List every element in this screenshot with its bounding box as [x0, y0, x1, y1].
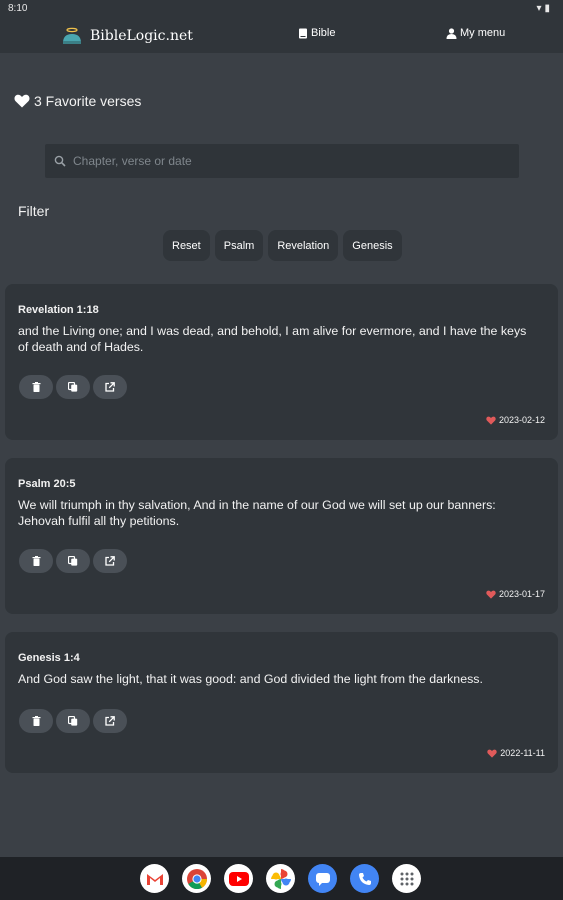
phone-icon[interactable]: [350, 864, 379, 893]
verse-text: and the Living one; and I was dead, and …: [18, 324, 527, 354]
copy-button[interactable]: [56, 709, 90, 733]
copy-button[interactable]: [56, 375, 90, 399]
favorites-count: 3 Favorite verses: [34, 93, 142, 109]
status-time: 8:10: [8, 3, 28, 14]
user-icon: [446, 27, 457, 39]
logo-icon: [63, 27, 81, 44]
verse-reference: Revelation 1:18: [18, 304, 99, 316]
favorited-date: 2023-01-17: [486, 589, 545, 599]
status-bar: 8:10 ▾▮: [0, 0, 563, 18]
trash-icon: [32, 382, 40, 392]
delete-button[interactable]: [19, 549, 53, 573]
date-text: 2023-02-12: [498, 415, 545, 425]
brand-name: BibleLogic.net: [90, 28, 193, 44]
status-icons: ▾▮: [536, 3, 553, 14]
heart-icon: [14, 94, 30, 108]
copy-icon: [68, 556, 78, 566]
filter-label: Filter: [18, 203, 50, 219]
battery-icon: ▮: [544, 3, 553, 14]
verse-card: Genesis 1:4 And God saw the light, that …: [5, 632, 558, 773]
chrome-icon[interactable]: [182, 864, 211, 893]
verse-card: Revelation 1:18 and the Living one; and …: [5, 284, 558, 440]
verse-reference: Genesis 1:4: [18, 652, 80, 664]
filter-chip-reset[interactable]: Reset: [163, 230, 210, 261]
delete-button[interactable]: [19, 375, 53, 399]
filter-chip-psalm[interactable]: Psalm: [214, 230, 264, 261]
app-drawer-icon[interactable]: [392, 864, 421, 893]
verse-actions: [19, 549, 127, 573]
copy-button[interactable]: [56, 549, 90, 573]
verse-text: And God saw the light, that it was good:…: [18, 672, 483, 686]
search-input[interactable]: [71, 153, 495, 169]
nav-my-menu-link[interactable]: My menu: [446, 27, 505, 39]
share-button[interactable]: [93, 709, 127, 733]
favorited-date: 2022-11-11: [487, 748, 545, 758]
share-button[interactable]: [93, 375, 127, 399]
trash-icon: [32, 556, 40, 566]
verse-actions: [19, 375, 127, 399]
nav-my-menu-label: My menu: [460, 27, 506, 39]
external-link-icon: [105, 716, 115, 726]
top-navigation: BibleLogic.net Bible My menu: [0, 18, 563, 53]
brand-link[interactable]: BibleLogic.net: [60, 24, 193, 48]
favorites-header: 3 Favorite verses: [14, 93, 141, 109]
app-dock: [0, 857, 563, 900]
trash-icon: [32, 716, 40, 726]
filter-chip-genesis[interactable]: Genesis: [343, 230, 402, 261]
copy-icon: [68, 716, 78, 726]
search-icon: [54, 155, 66, 167]
delete-button[interactable]: [19, 709, 53, 733]
heart-icon: [486, 590, 496, 599]
favorited-date: 2023-02-12: [486, 415, 545, 425]
verse-text: We will triumph in thy salvation, And in…: [18, 498, 496, 528]
date-text: 2023-01-17: [498, 589, 545, 599]
messages-icon[interactable]: [308, 864, 337, 893]
heart-icon: [487, 749, 497, 758]
date-text: 2022-11-11: [500, 748, 545, 758]
book-icon: [299, 28, 307, 38]
gmail-icon[interactable]: [140, 864, 169, 893]
youtube-icon[interactable]: [224, 864, 253, 893]
photos-icon[interactable]: [266, 864, 295, 893]
heart-icon: [486, 416, 496, 425]
search-bar[interactable]: [45, 144, 519, 178]
verse-reference: Psalm 20:5: [18, 478, 76, 490]
verse-actions: [19, 709, 127, 733]
dock-apps: [140, 864, 421, 893]
verse-card: Psalm 20:5 We will triumph in thy salvat…: [5, 458, 558, 614]
external-link-icon: [105, 382, 115, 392]
external-link-icon: [105, 556, 115, 566]
filter-chips: Reset Psalm Revelation Genesis: [163, 230, 402, 261]
copy-icon: [68, 382, 78, 392]
nav-bible-link[interactable]: Bible: [298, 27, 335, 39]
filter-chip-revelation[interactable]: Revelation: [268, 230, 339, 261]
share-button[interactable]: [93, 549, 127, 573]
nav-bible-label: Bible: [311, 27, 336, 39]
